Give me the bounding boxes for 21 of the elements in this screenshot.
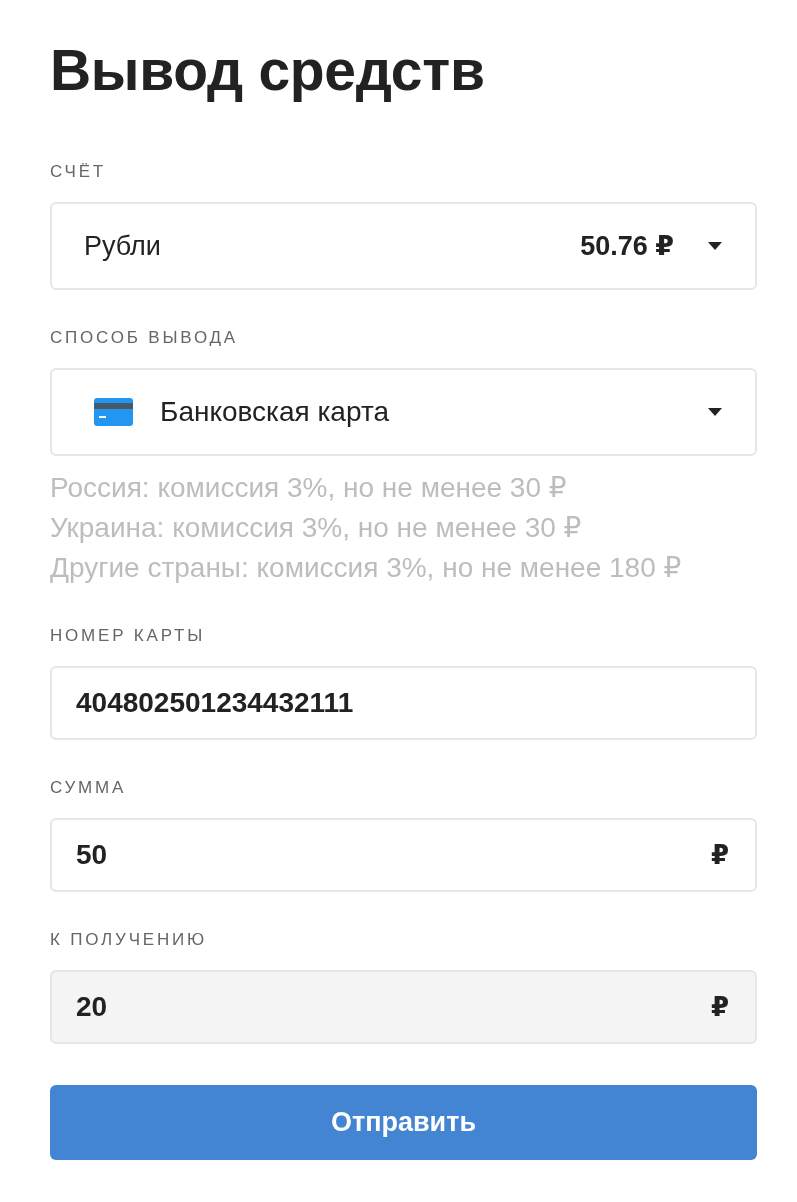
card-number-field[interactable]: 404802501234432111 [50,666,757,740]
page-title: Вывод средств [50,38,485,102]
card-icon [94,398,133,426]
commission-note: Другие страны: комиссия 3%, но не менее 180 ₽ [50,551,682,585]
field-label: НОМЕР КАРТЫ [50,626,206,646]
select-value: Банковская карта [160,396,390,428]
account-dropdown[interactable]: Рубли 50.76 ₽ [50,202,757,290]
method-dropdown[interactable]: Банковская карта [50,368,757,456]
balance-amount: 50.76 ₽ [580,230,674,262]
field-label: СУММА [50,778,127,798]
select-value: Рубли [84,230,162,262]
field-label: СПОСОБ ВЫВОДА [50,328,238,348]
commission-note: Украина: комиссия 3%, но не менее 30 ₽ [50,511,582,545]
field-label: СЧЁТ [50,162,106,182]
field-label: К ПОЛУЧЕНИЮ [50,930,207,950]
commission-note: Россия: комиссия 3%, но не менее 30 ₽ [50,471,567,505]
caret-icon [708,242,722,250]
caret-icon [708,408,722,416]
currency-sign: ₽ [710,992,729,1022]
submit-button[interactable]: Отправить [50,1085,757,1160]
currency-sign: ₽ [710,840,729,870]
